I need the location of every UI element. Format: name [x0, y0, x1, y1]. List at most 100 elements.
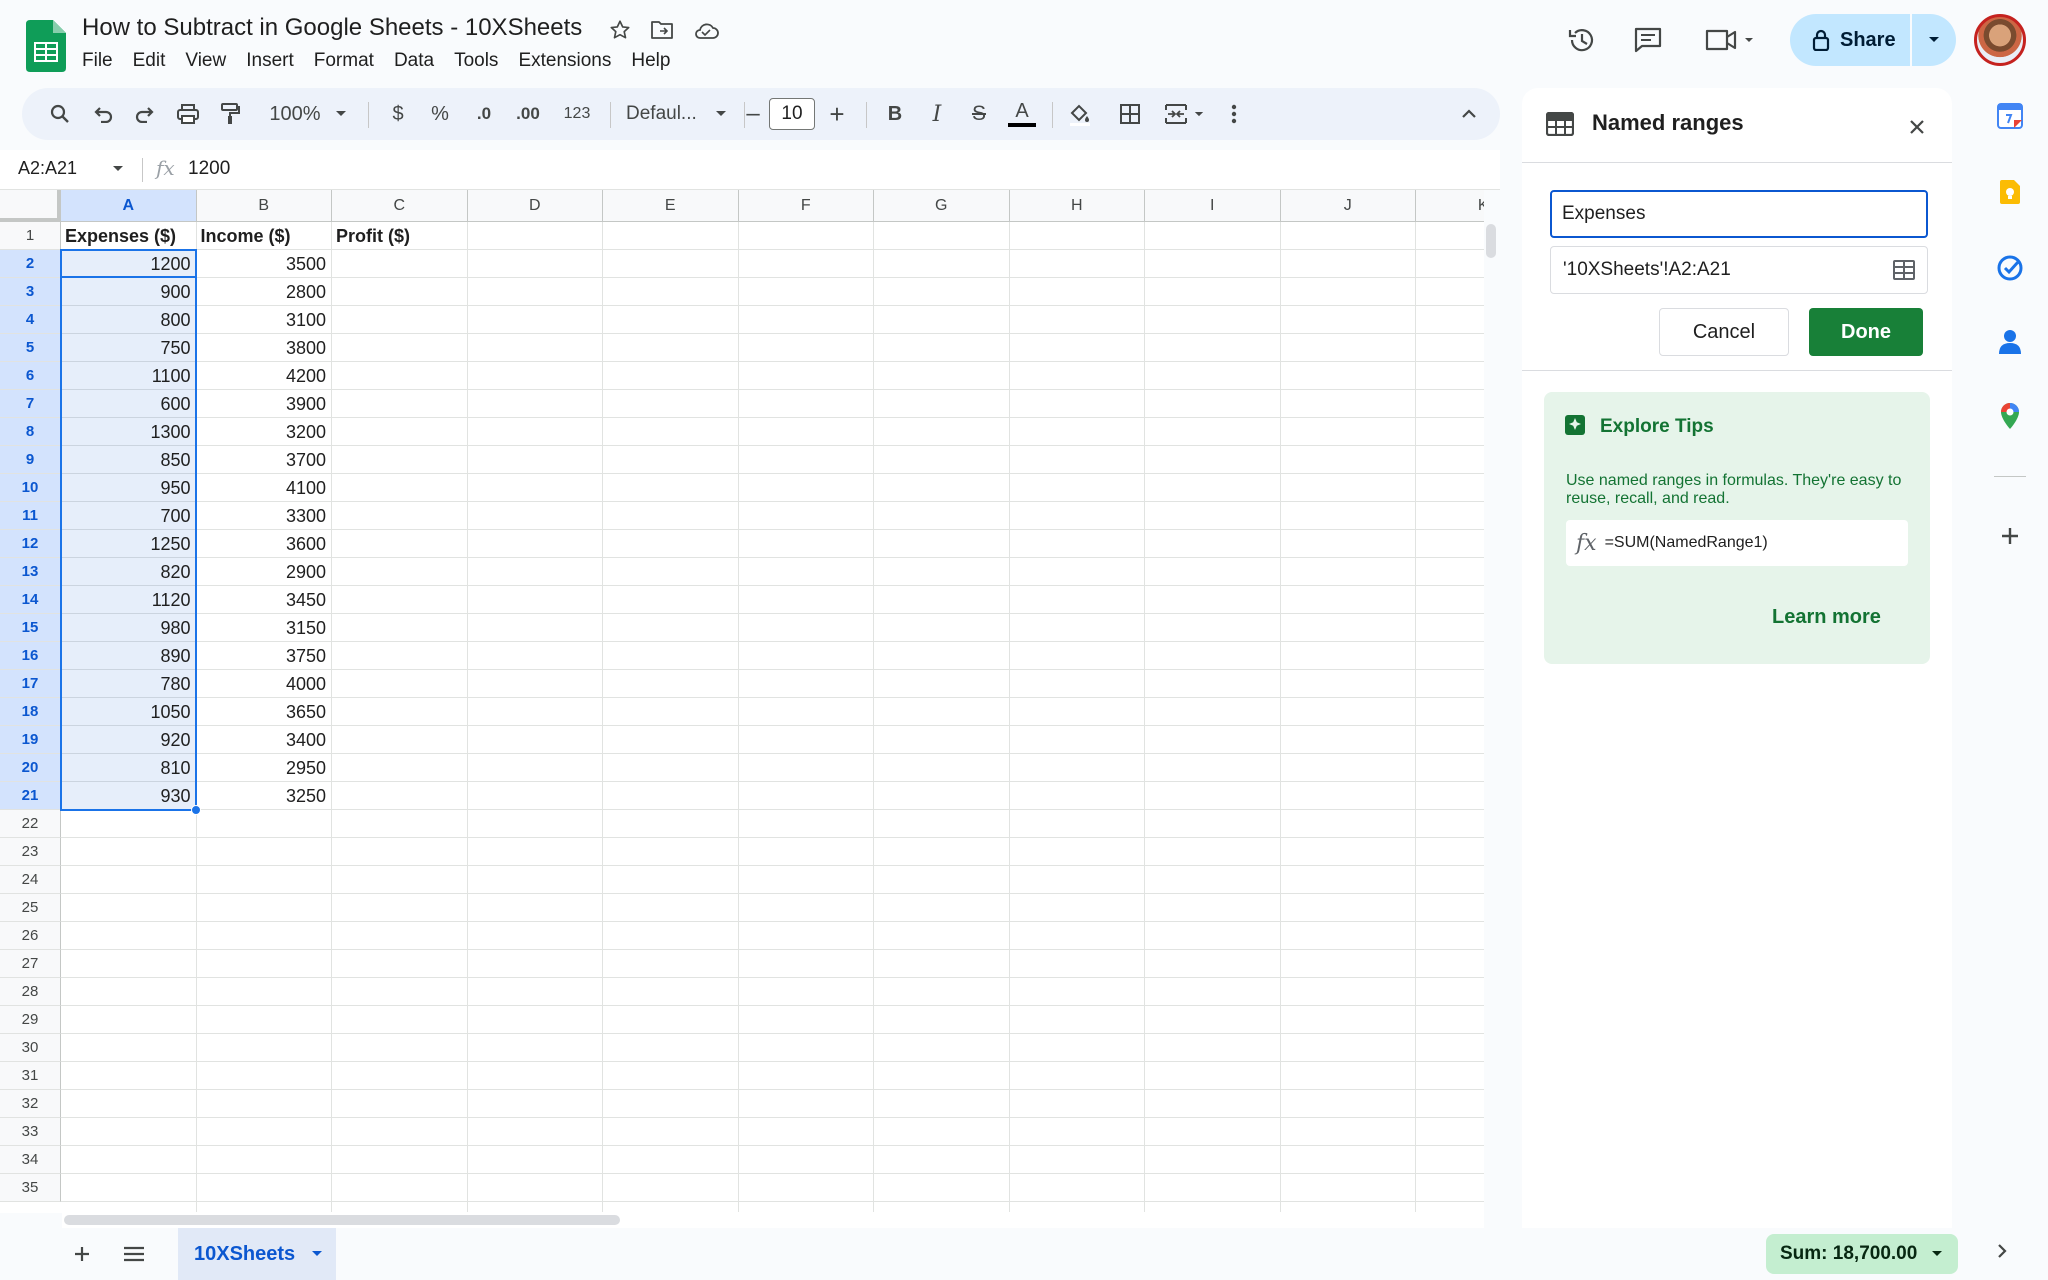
row-header-4[interactable]: 4	[0, 306, 61, 334]
add-sheet-button[interactable]	[66, 1238, 98, 1270]
tasks-icon[interactable]	[1994, 252, 2026, 284]
income-cell[interactable]: 3400	[197, 726, 331, 754]
row-header-12[interactable]: 12	[0, 530, 61, 558]
expenses-cell[interactable]: 600	[61, 390, 195, 418]
expenses-cell[interactable]: 800	[61, 306, 195, 334]
row-header-6[interactable]: 6	[0, 362, 61, 390]
income-cell[interactable]: 2900	[197, 558, 331, 586]
share-button[interactable]: Share	[1790, 14, 1956, 66]
menu-file[interactable]: File	[72, 48, 123, 74]
more-formats-button[interactable]: 123	[554, 88, 600, 140]
row-header-30[interactable]: 30	[0, 1034, 61, 1062]
row-header-35[interactable]: 35	[0, 1174, 61, 1202]
cloud-saved-icon[interactable]	[692, 16, 720, 44]
currency-format-button[interactable]: $	[382, 88, 414, 140]
row-header-19[interactable]: 19	[0, 726, 61, 754]
menu-edit[interactable]: Edit	[123, 48, 176, 74]
income-cell[interactable]: 3800	[197, 334, 331, 362]
income-cell[interactable]: 3250	[197, 782, 331, 810]
column-header-i[interactable]: I	[1145, 190, 1281, 222]
chevron-down-icon[interactable]	[112, 165, 124, 173]
row-header-18[interactable]: 18	[0, 698, 61, 726]
header-cell[interactable]: Income ($)	[197, 222, 333, 250]
row-header-17[interactable]: 17	[0, 670, 61, 698]
expenses-cell[interactable]: 1250	[61, 530, 195, 558]
expenses-cell[interactable]: 900	[61, 278, 195, 306]
expenses-cell[interactable]: 920	[61, 726, 195, 754]
all-sheets-icon[interactable]	[118, 1238, 150, 1270]
learn-more-link[interactable]: Learn more	[1772, 606, 1881, 629]
add-icon[interactable]	[1994, 520, 2026, 552]
income-cell[interactable]: 2800	[197, 278, 331, 306]
history-icon[interactable]	[1562, 20, 1602, 60]
horizontal-scrollbar-thumb[interactable]	[64, 1215, 620, 1225]
zoom-select[interactable]: 100%	[258, 88, 358, 140]
expenses-cell[interactable]: 1300	[61, 418, 195, 446]
select-range-icon[interactable]	[1893, 260, 1915, 280]
search-icon[interactable]	[42, 88, 78, 140]
row-header-8[interactable]: 8	[0, 418, 61, 446]
column-header-k[interactable]: K	[1416, 190, 1484, 222]
increase-font-size-button[interactable]: +	[820, 88, 854, 140]
italic-button[interactable]: I	[920, 88, 954, 140]
horizontal-scrollbar[interactable]	[62, 1212, 1484, 1228]
column-header-f[interactable]: F	[738, 190, 874, 222]
meet-icon[interactable]	[1700, 20, 1760, 60]
collapse-icon[interactable]	[1454, 88, 1484, 140]
range-name-input[interactable]	[1550, 190, 1928, 238]
header-cell[interactable]: Expenses ($)	[61, 222, 197, 250]
row-header-32[interactable]: 32	[0, 1090, 61, 1118]
expenses-cell[interactable]: 980	[61, 614, 195, 642]
row-header-5[interactable]: 5	[0, 334, 61, 362]
column-header-g[interactable]: G	[874, 190, 1010, 222]
income-cell[interactable]: 3100	[197, 306, 331, 334]
bold-button[interactable]: B	[878, 88, 912, 140]
expenses-cell[interactable]: 930	[61, 782, 195, 810]
maps-icon[interactable]	[1994, 400, 2026, 432]
more-vert-icon[interactable]	[1222, 88, 1246, 140]
menu-extensions[interactable]: Extensions	[508, 48, 621, 74]
column-header-j[interactable]: J	[1280, 190, 1416, 222]
income-cell[interactable]: 4000	[197, 670, 331, 698]
sheet-tab-10xsheets[interactable]: 10XSheets	[178, 1228, 336, 1280]
select-all-corner[interactable]	[0, 190, 61, 222]
expenses-cell[interactable]: 850	[61, 446, 195, 474]
share-dropdown-icon[interactable]	[1912, 14, 1956, 66]
row-header-7[interactable]: 7	[0, 390, 61, 418]
header-cell[interactable]: Profit ($)	[332, 222, 468, 250]
move-folder-icon[interactable]	[648, 16, 676, 44]
row-header-34[interactable]: 34	[0, 1146, 61, 1174]
sheets-logo-icon[interactable]	[26, 20, 66, 72]
calendar-icon[interactable]	[1994, 100, 2026, 132]
income-cell[interactable]: 3700	[197, 446, 331, 474]
sum-explore-pill[interactable]: Sum: 18,700.00	[1766, 1234, 1958, 1274]
menu-format[interactable]: Format	[304, 48, 384, 74]
row-header-1[interactable]: 1	[0, 222, 61, 250]
decrease-decimal-button[interactable]: .0	[464, 88, 504, 140]
row-header-26[interactable]: 26	[0, 922, 61, 950]
income-cell[interactable]: 3150	[197, 614, 331, 642]
column-header-a[interactable]: A	[61, 190, 197, 222]
menu-data[interactable]: Data	[384, 48, 444, 74]
income-cell[interactable]: 3450	[197, 586, 331, 614]
comment-icon[interactable]	[1628, 20, 1668, 60]
row-header-25[interactable]: 25	[0, 894, 61, 922]
row-header-10[interactable]: 10	[0, 474, 61, 502]
avatar[interactable]	[1974, 14, 2026, 66]
percent-format-button[interactable]: %	[424, 88, 456, 140]
contacts-icon[interactable]	[1994, 326, 2026, 358]
row-header-22[interactable]: 22	[0, 810, 61, 838]
income-cell[interactable]: 4200	[197, 362, 331, 390]
row-header-16[interactable]: 16	[0, 642, 61, 670]
row-header-31[interactable]: 31	[0, 1062, 61, 1090]
borders-icon[interactable]	[1112, 88, 1148, 140]
expenses-cell[interactable]: 810	[61, 754, 195, 782]
spreadsheet-grid[interactable]: A B C D E F G H I J K 1 2 3 4 5 6 7 8 9 10 11 12 13 14 15 16 17 18 19…	[0, 190, 1484, 1213]
income-cell[interactable]: 3300	[197, 502, 331, 530]
chevron-down-icon[interactable]	[311, 1250, 323, 1258]
chevron-right-icon[interactable]	[1996, 1242, 2008, 1260]
close-icon[interactable]	[1902, 112, 1932, 142]
strikethrough-button[interactable]: S	[962, 88, 996, 140]
expenses-cell[interactable]: 1050	[61, 698, 195, 726]
font-size-input[interactable]: 10	[769, 98, 815, 130]
